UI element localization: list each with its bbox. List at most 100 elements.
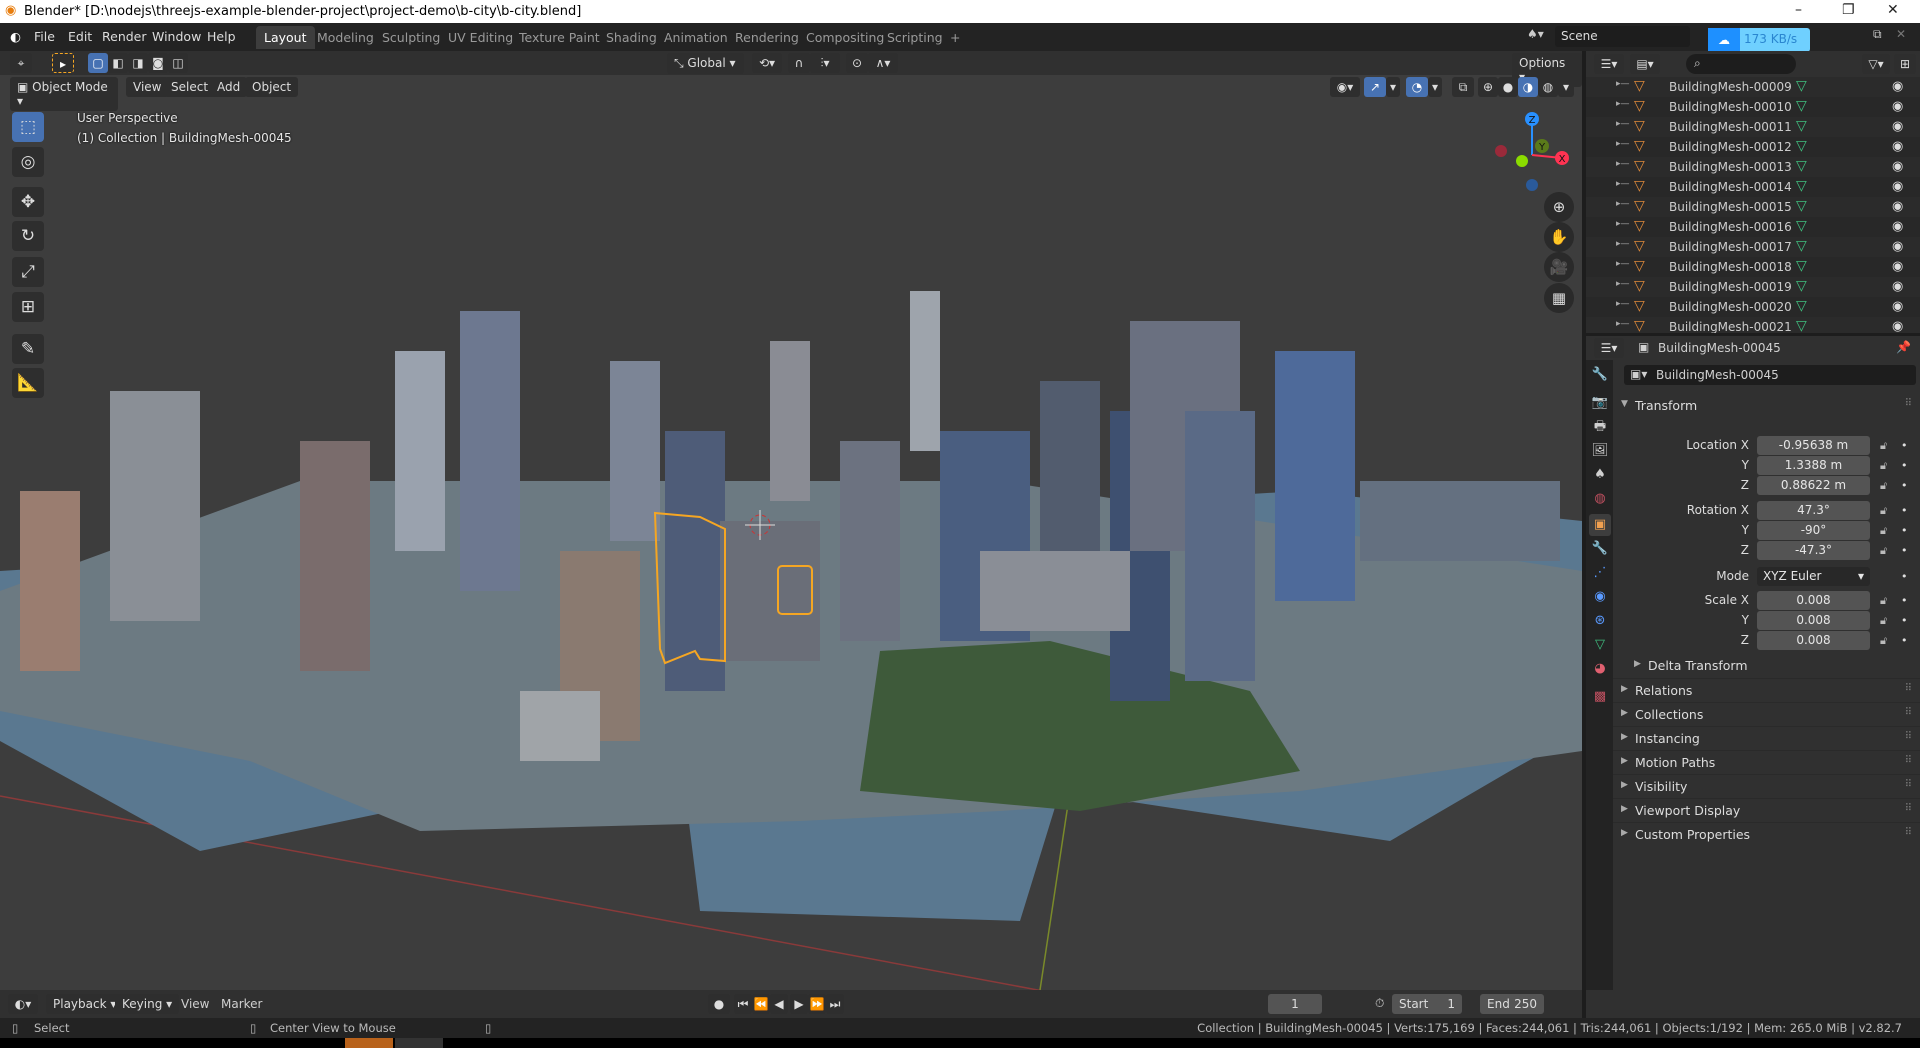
expand-arrow-icon[interactable]: ▸— [1616, 259, 1630, 269]
delta-transform-header[interactable]: ▶ Delta Transform [1626, 654, 1920, 678]
lock-icon[interactable]: 🔓︎ [1880, 479, 1887, 493]
visibility-icon[interactable]: ◉▾ [1330, 77, 1360, 97]
menu-file[interactable]: File [34, 29, 55, 44]
current-frame-field[interactable]: 1 [1268, 994, 1322, 1014]
eye-icon[interactable]: ◉ [1892, 279, 1903, 294]
expand-arrow-icon[interactable]: ▸— [1616, 79, 1630, 89]
select-tool-icon[interactable]: ▸ [52, 53, 74, 73]
value-field[interactable]: 1.3388 m [1757, 456, 1870, 475]
lock-icon[interactable]: 🔓︎ [1880, 524, 1887, 538]
value-field[interactable]: -47.3° [1757, 541, 1870, 560]
eye-icon[interactable]: ◉ [1892, 119, 1903, 134]
tool-tab-icon[interactable]: 🔧 [1589, 364, 1611, 386]
tab-modeling[interactable]: Modeling [309, 26, 382, 49]
outliner-item[interactable]: ▸— ▽ BuildingMesh-00017 ▽ ◉ [1586, 237, 1920, 257]
value-field[interactable]: -0.95638 m [1757, 436, 1870, 455]
timeline-editor-icon[interactable]: ◐▾ [8, 994, 38, 1014]
object-name-field[interactable]: ▣▾ BuildingMesh-00045 [1624, 365, 1916, 385]
orientation-dropdown[interactable]: ⤡ Global ▾ [667, 53, 744, 74]
material-shading-icon[interactable]: ◑ [1518, 77, 1538, 97]
overlay-dropdown-icon[interactable]: ▾ [1428, 77, 1442, 97]
menu-select[interactable]: Select [164, 77, 216, 97]
menu-edit[interactable]: Edit [68, 29, 92, 44]
new-collection-icon[interactable]: ⊞ [1894, 54, 1916, 74]
tab-scripting[interactable]: Scripting [879, 26, 951, 49]
value-field[interactable]: 0.008 [1757, 611, 1870, 630]
menu-window[interactable]: Window [152, 29, 201, 44]
mesh-data-icon[interactable]: ▽ [1796, 158, 1807, 174]
mesh-data-icon[interactable]: ▽ [1796, 178, 1807, 194]
keyframe-dot-icon[interactable]: • [1901, 459, 1908, 472]
mesh-data-icon[interactable]: ▽ [1796, 258, 1807, 274]
record-icon[interactable]: ● [708, 994, 730, 1014]
snap-icon[interactable]: ∩ [788, 53, 810, 73]
outliner-item[interactable]: ▸— ▽ BuildingMesh-00009 ▽ ◉ [1586, 77, 1920, 97]
solid-shading-icon[interactable]: ● [1498, 77, 1518, 97]
panel-custom-properties[interactable]: ▶ Custom Properties ⠿ [1613, 822, 1920, 846]
mesh-data-icon[interactable]: ▽ [1796, 98, 1807, 114]
editor-type-icon[interactable]: ☰▾ [1594, 338, 1624, 358]
close-button[interactable]: ✕ [1887, 2, 1899, 18]
add-workspace-button[interactable]: + [942, 26, 968, 49]
rotate-tool[interactable]: ↻ [12, 221, 44, 251]
select-intersect-icon[interactable]: ◫ [168, 53, 188, 73]
blender-menu-icon[interactable]: ◐ [10, 29, 21, 44]
outliner-item[interactable]: ▸— ▽ BuildingMesh-00016 ▽ ◉ [1586, 217, 1920, 237]
menu-help[interactable]: Help [207, 29, 236, 44]
maximize-button[interactable]: ❐ [1842, 2, 1855, 18]
drag-handle-icon[interactable]: ⠿ [1905, 755, 1912, 766]
expand-arrow-icon[interactable]: ▸— [1616, 99, 1630, 109]
eye-icon[interactable]: ◉ [1892, 259, 1903, 274]
tab-sculpting[interactable]: Sculpting [374, 26, 448, 49]
keyframe-dot-icon[interactable]: • [1901, 504, 1908, 517]
scene-icon[interactable]: ♠▾ [1527, 27, 1544, 41]
mesh-data-icon[interactable]: ▽ [1796, 278, 1807, 294]
snap-target-icon[interactable]: ⫶▾ [810, 53, 840, 73]
drag-handle-icon[interactable]: ⠿ [1905, 827, 1912, 838]
keyframe-dot-icon[interactable]: • [1901, 634, 1908, 647]
expand-arrow-icon[interactable]: ▸— [1616, 139, 1630, 149]
lock-icon[interactable]: 🔓︎ [1880, 614, 1887, 628]
eye-icon[interactable]: ◉ [1892, 99, 1903, 114]
shading-dropdown-icon[interactable]: ▾ [1558, 77, 1574, 97]
tab-layout[interactable]: Layout [256, 26, 315, 49]
panel-motion-paths[interactable]: ▶ Motion Paths ⠿ [1613, 750, 1920, 774]
xray-icon[interactable]: ⧉ [1452, 77, 1474, 97]
lock-icon[interactable]: 🔓︎ [1880, 634, 1887, 648]
lock-icon[interactable]: 🔓︎ [1880, 459, 1887, 473]
rotation-mode-dropdown[interactable]: XYZ Euler ▾ [1757, 567, 1870, 586]
eye-icon[interactable]: ◉ [1892, 179, 1903, 194]
material-tab-icon[interactable]: ◕ [1589, 658, 1611, 680]
value-field[interactable]: 0.008 [1757, 631, 1870, 650]
tab-texture-paint[interactable]: Texture Paint [511, 26, 608, 49]
play-icon[interactable]: ▶ [790, 994, 808, 1014]
drag-handle-icon[interactable]: ⠿ [1905, 398, 1912, 409]
transform-tool[interactable]: ⊞ [12, 292, 44, 322]
camera-icon[interactable]: 🎥 [1544, 252, 1574, 282]
outliner-item[interactable]: ▸— ▽ BuildingMesh-00011 ▽ ◉ [1586, 117, 1920, 137]
gizmo-icon[interactable]: ↗ [1364, 77, 1386, 97]
navigation-gizmo[interactable]: Y Z X [1490, 105, 1570, 195]
expand-arrow-icon[interactable]: ▸— [1616, 319, 1630, 329]
playback-menu[interactable]: Playback ▾ [46, 994, 124, 1014]
outliner-search-input[interactable]: ⌕ [1686, 54, 1796, 74]
object-type-icon[interactable]: ▣▾ [1630, 367, 1647, 381]
texture-tab-icon[interactable]: ▩ [1589, 686, 1611, 708]
zoom-icon[interactable]: ⊕ [1544, 192, 1574, 222]
value-field[interactable]: 0.88622 m [1757, 476, 1870, 495]
jump-start-icon[interactable]: ⏮ [734, 994, 752, 1014]
mesh-data-icon[interactable]: ▽ [1796, 118, 1807, 134]
menu-object[interactable]: Object [245, 77, 299, 97]
transform-panel-header[interactable]: ▼ Transform ⠿ [1613, 394, 1920, 418]
keyframe-dot-icon[interactable]: • [1901, 439, 1908, 452]
keyframe-dot-icon[interactable]: • [1901, 524, 1908, 537]
drag-handle-icon[interactable]: ⠿ [1905, 707, 1912, 718]
proportional-edit-icon[interactable]: ⊙ [846, 53, 868, 73]
tab-rendering[interactable]: Rendering [727, 26, 807, 49]
expand-arrow-icon[interactable]: ▸— [1616, 219, 1630, 229]
move-tool[interactable]: ✥ [12, 187, 44, 217]
output-tab-icon[interactable]: 🖶 [1589, 416, 1611, 438]
timeline-marker-menu[interactable]: Marker [221, 997, 262, 1011]
cursor-tool[interactable]: ◎ [12, 147, 44, 177]
menu-render[interactable]: Render [102, 29, 147, 44]
